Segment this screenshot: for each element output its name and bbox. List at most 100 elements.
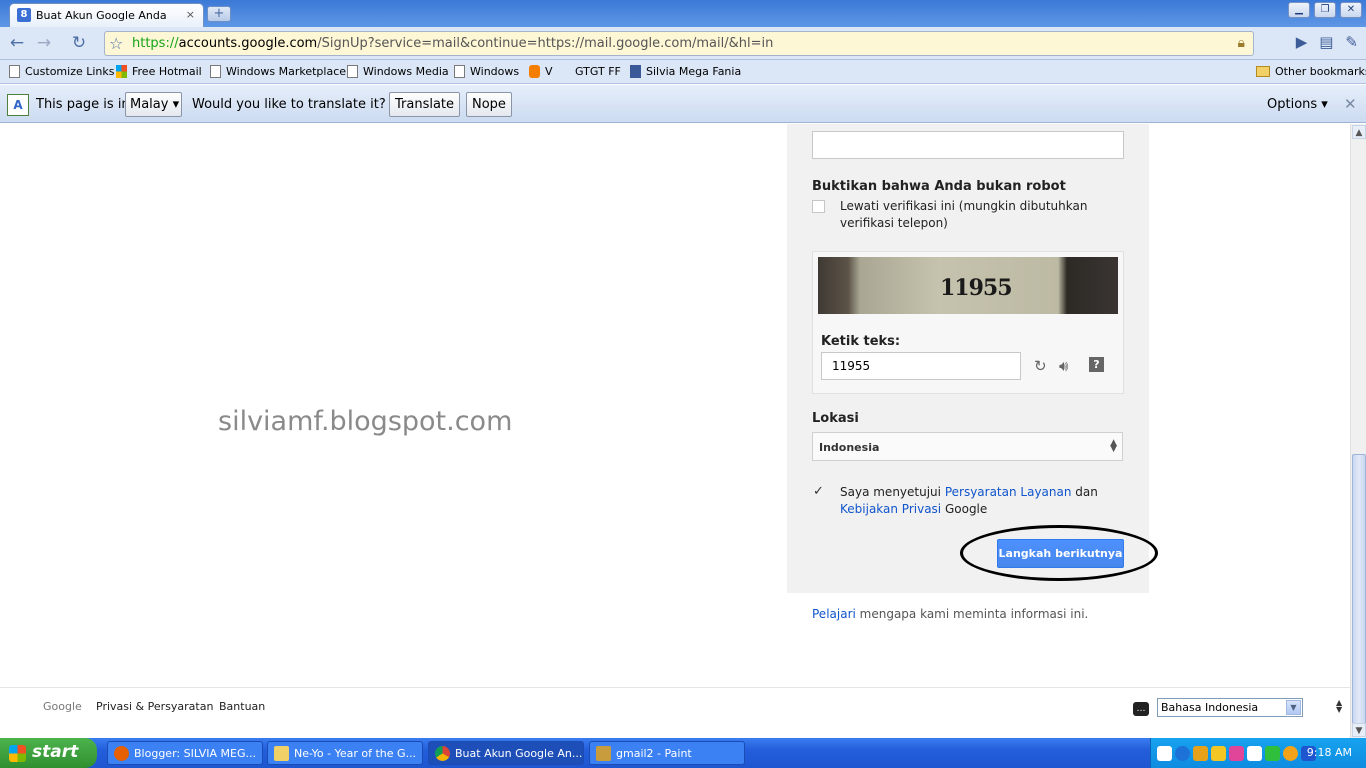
footer-google[interactable]: Google [43,700,82,713]
toolbar-right: ▶ ▤ ✎ [1296,33,1358,51]
captcha-input[interactable]: 11955 [821,352,1021,380]
translate-icon: A [7,94,29,116]
network-tray-icon[interactable] [1247,746,1262,761]
refresh-icon[interactable]: ↻ [1034,357,1047,375]
robot-title: Buktikan bahwa Anda bukan robot [812,179,1066,194]
shield-tray-icon[interactable] [1211,746,1226,761]
ring-tray-icon[interactable] [1283,746,1298,761]
tab-strip: 8 Buat Akun Google Anda × + ▁ ❐ ✕ [0,0,1366,27]
screen: 8 Buat Akun Google Anda × + ▁ ❐ ✕ ← → ↻ … [0,0,1366,768]
bookmarks-bar: Customize Links Free Hotmail Windows Mar… [0,60,1366,84]
page-menu-icon[interactable]: ▤ [1319,33,1333,51]
task-chrome[interactable]: Buat Akun Google An... [428,741,584,765]
bookmark-silvia-mega-fania[interactable]: Silvia Mega Fania [630,65,741,78]
wrench-icon[interactable]: ✎ [1345,33,1358,51]
nope-button[interactable]: Nope [466,92,512,117]
new-tab-button[interactable]: + [207,6,231,22]
translate-infobar: A This page is in Malay ▾ Would you like… [0,85,1366,123]
forward-button[interactable]: → [34,33,54,53]
language-select[interactable]: Malay ▾ [125,92,182,117]
minimize-button[interactable]: ▁ [1288,2,1310,18]
reload-button[interactable]: ↻ [69,33,89,53]
translate-close-icon[interactable]: ✕ [1344,95,1357,113]
back-button[interactable]: ← [7,33,27,53]
translate-options[interactable]: Options ▾ [1267,97,1328,112]
bookmark-windows-media[interactable]: Windows Media [347,65,449,78]
bookmark-windows[interactable]: Windows [454,65,519,78]
folder-icon [274,746,289,761]
footer-help-link[interactable]: Bantuan [219,700,265,713]
play-icon[interactable]: ▶ [1296,33,1308,51]
help-tray-icon[interactable] [1157,746,1172,761]
skip-verification-checkbox[interactable] [812,200,825,213]
tos-link[interactable]: Persyaratan Layanan [945,485,1072,499]
agree-checkbox[interactable]: ✓ [812,485,825,499]
restore-button[interactable]: ❐ [1314,2,1336,18]
page-content: silviamf.blogspot.com Buktikan bahwa And… [0,124,1350,738]
why-info-text: Pelajari mengapa kami meminta informasi … [812,607,1089,621]
vertical-scrollbar[interactable]: ▲ ▼ [1350,124,1366,738]
facebook-icon [630,65,641,78]
scroll-thumb[interactable] [1352,454,1366,724]
lock-icon[interactable]: 🔒︎ [1238,35,1245,51]
start-button[interactable]: start [0,738,97,768]
windows-flag-icon [9,745,26,762]
agree-text: Saya menyetujui Persyaratan Layanan dan K… [840,485,1098,516]
dropdown-arrow-icon: ▼ [1286,700,1301,715]
other-bookmarks[interactable]: Other bookmarks [1256,65,1366,78]
window-controls: ▁ ❐ ✕ [1288,2,1362,18]
windows-icon [116,65,127,78]
browser-toolbar: ← → ↻ ☆ https://accounts.google.com/Sign… [0,27,1366,60]
page-icon [347,65,358,78]
url-text[interactable]: https://accounts.google.com/SignUp?servi… [132,36,773,51]
task-paint[interactable]: gmail2 - Paint [589,741,745,765]
paint-icon [596,746,611,761]
close-window-button[interactable]: ✕ [1340,2,1362,18]
task-neyo[interactable]: Ne-Yo - Year of the G... [267,741,423,765]
signup-form-panel: Buktikan bahwa Anda bukan robot Lewati v… [787,124,1158,593]
watermark-text: silviamf.blogspot.com [218,406,513,437]
captcha-label: Ketik teks: [821,334,901,349]
clock: 9:18 AM [1306,746,1352,759]
audio-icon[interactable]: 🔊︎ [1059,357,1068,375]
tray-icons [1157,746,1316,761]
footer-privacy-link[interactable]: Privasi & Persyaratan [96,700,213,713]
privacy-link[interactable]: Kebijakan Privasi [840,502,941,516]
pink-tray-icon[interactable] [1229,746,1244,761]
browser-tab[interactable]: 8 Buat Akun Google Anda × [9,3,204,27]
bookmark-free-hotmail[interactable]: Free Hotmail [116,65,202,78]
location-select[interactable]: Indonesia ▲ ▼ [812,432,1123,461]
back-tray-icon[interactable] [1175,746,1190,761]
chat-bubble-icon[interactable]: … [1133,702,1149,716]
bookmark-customize-links[interactable]: Customize Links [9,65,115,78]
footer-language-select[interactable]: Bahasa Indonesia ▼ [1157,698,1303,717]
translate-button[interactable]: Translate [389,92,461,117]
captcha-image: 11955 [818,257,1118,314]
play-tray-icon[interactable] [1265,746,1280,761]
current-email-field[interactable] [812,131,1124,159]
orange-tray-icon[interactable] [1193,746,1208,761]
bookmark-gtgt-ff[interactable]: GTGT FF [575,65,621,78]
help-icon[interactable]: ? [1089,357,1104,372]
bookmark-star-icon[interactable]: ☆ [109,34,123,53]
tab-title: Buat Akun Google Anda [36,9,167,22]
captcha-box: 11955 Ketik teks: 11955 ↻ 🔊︎ ? [812,251,1124,394]
tab-close-icon[interactable]: × [186,8,195,21]
page-footer: Google Privasi & Persyaratan Bantuan … B… [0,687,1350,738]
bookmark-windows-marketplace[interactable]: Windows Marketplace [210,65,346,78]
page-icon [454,65,465,78]
folder-icon [1256,66,1270,77]
learn-link[interactable]: Pelajari [812,607,856,621]
scroll-up-icon[interactable]: ▲ [1352,125,1366,139]
scroll-down-icon[interactable]: ▼ [1352,723,1366,737]
bookmark-v[interactable]: V [529,65,553,78]
page-icon [9,65,20,78]
translate-question: Would you like to translate it? [192,97,386,112]
taskbar: start Blogger: SILVIA MEG... Ne-Yo - Yea… [0,738,1366,768]
address-bar[interactable]: ☆ https://accounts.google.com/SignUp?ser… [104,31,1254,56]
page-icon [210,65,221,78]
up-down-arrows-icon[interactable]: ▲ ▼ [1336,699,1342,714]
system-tray: 9:18 AM [1150,738,1366,768]
task-blogger[interactable]: Blogger: SILVIA MEG... [107,741,263,765]
next-step-button[interactable]: Langkah berikutnya [997,539,1124,568]
